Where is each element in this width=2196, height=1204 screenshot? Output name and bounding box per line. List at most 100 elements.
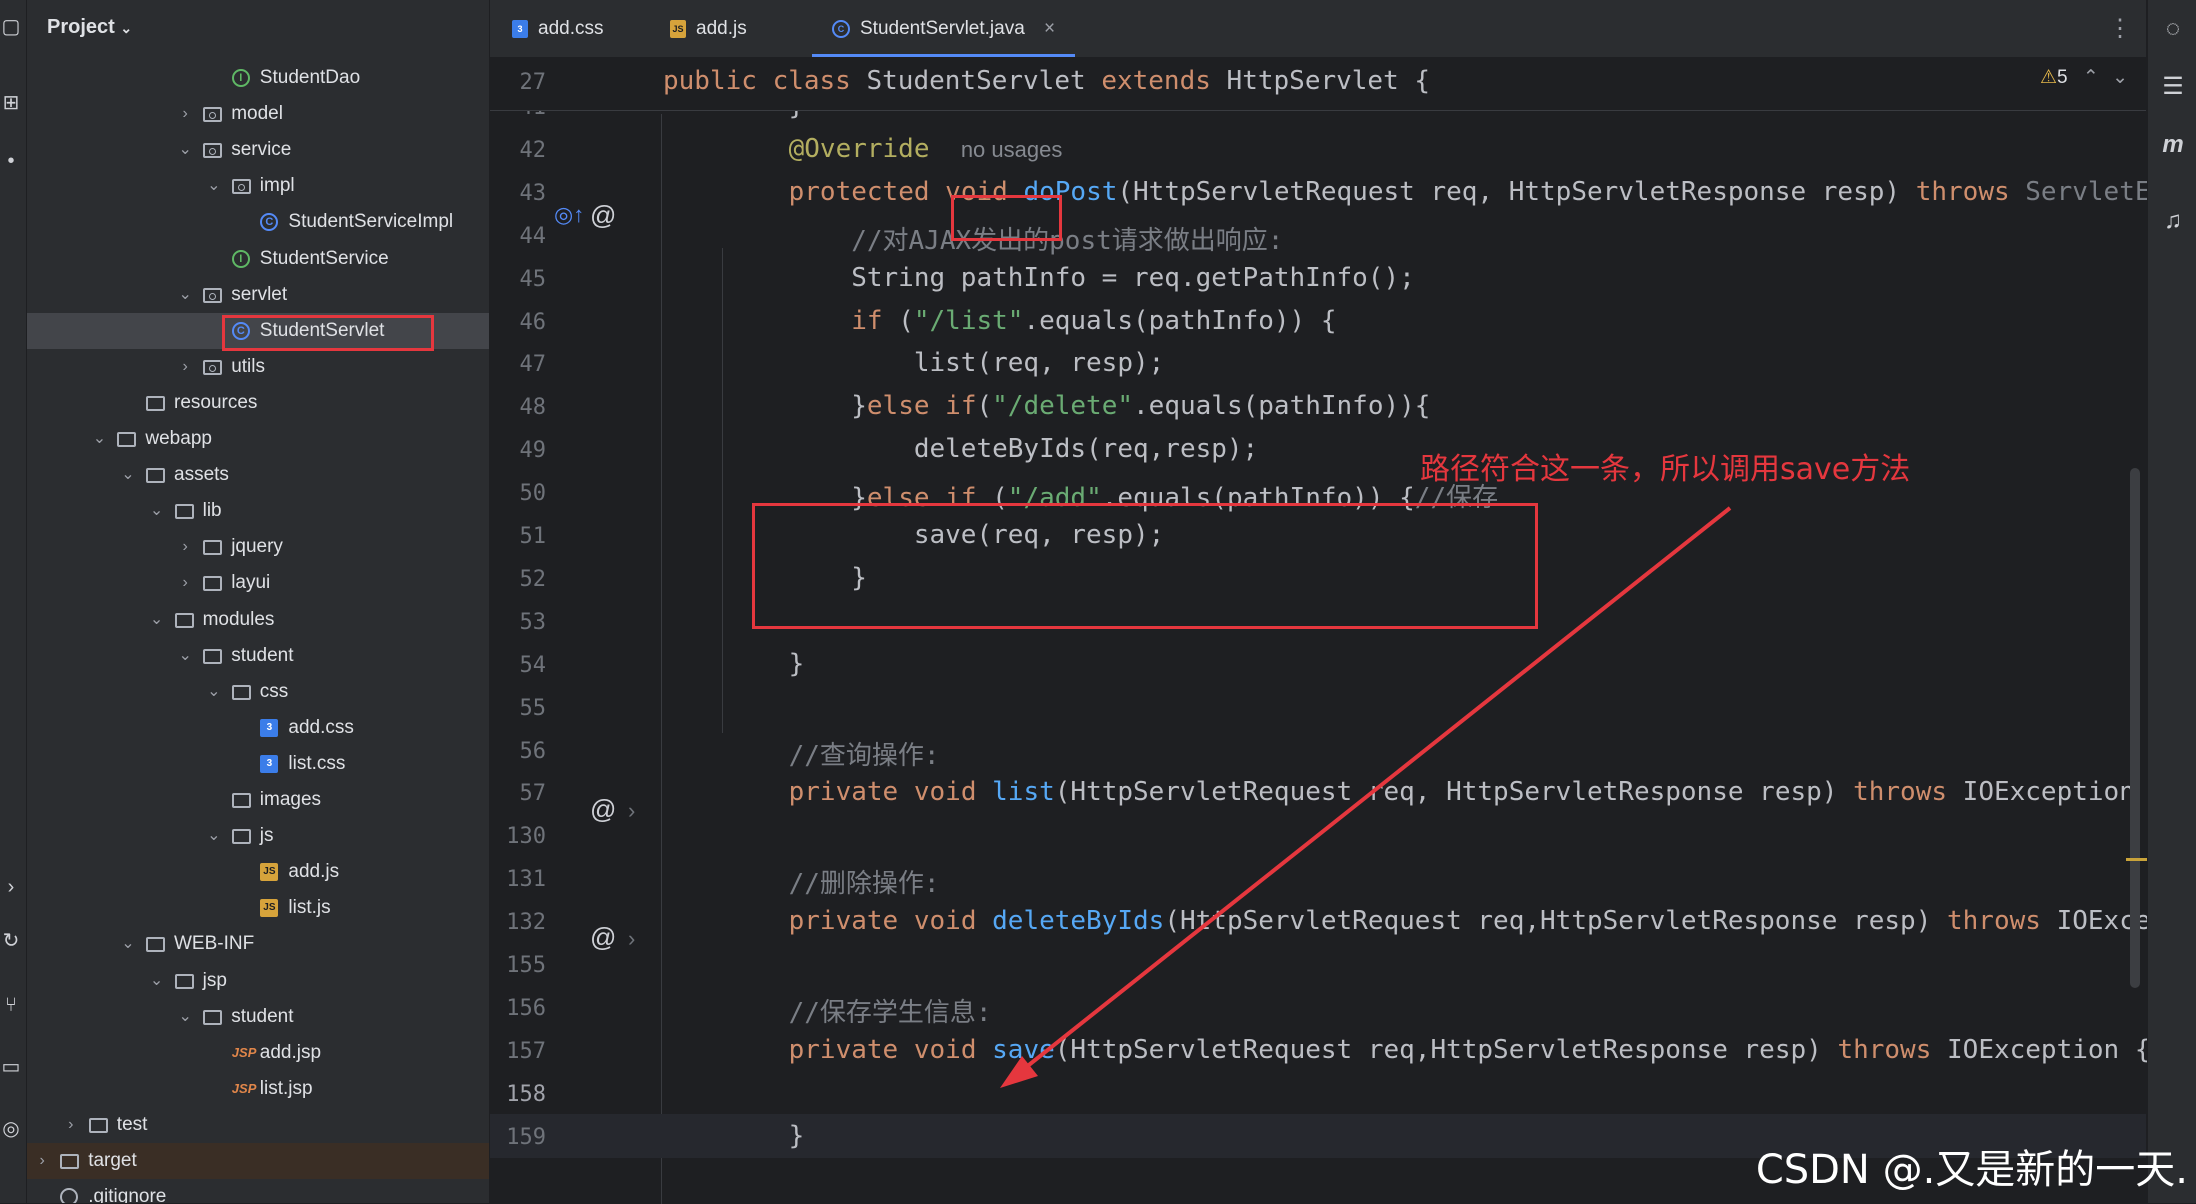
chevron-right-icon[interactable]: › — [177, 565, 193, 601]
tree-item[interactable]: ⌄ modules — [27, 602, 489, 638]
tree-item[interactable]: ⌄ servlet — [27, 277, 489, 313]
notifications-bell-icon[interactable]: ♫ — [2158, 206, 2188, 236]
tab-add-css[interactable]: 3 add.css — [512, 0, 603, 57]
tree-item[interactable]: ⌄ css — [27, 674, 489, 710]
folder-icon — [174, 504, 194, 520]
chevron-down-icon[interactable]: ⌄ — [149, 493, 165, 529]
tree-item-label: .gitignore — [88, 1186, 167, 1203]
tree-item[interactable]: › jquery — [27, 529, 489, 565]
tree-item[interactable]: ⌄ WEB-INF — [27, 926, 489, 962]
chevron-down-icon[interactable]: ⌄ — [120, 457, 136, 493]
more-tools-icon[interactable]: • — [0, 150, 22, 172]
tree-item[interactable]: ⌄ js — [27, 818, 489, 854]
ai-assistant-icon[interactable]: ◌ — [2158, 14, 2188, 44]
class-icon: C — [260, 213, 279, 232]
tree-item[interactable]: C StudentServlet — [27, 312, 489, 351]
tree-item[interactable]: .gitignore — [27, 1179, 489, 1203]
tree-item[interactable]: › utils — [27, 349, 489, 385]
tree-item-label: student — [231, 1005, 294, 1027]
project-tool-icon[interactable]: ▢ — [0, 16, 22, 38]
class-icon: C — [832, 19, 850, 38]
tab-label: add.js — [696, 18, 747, 39]
chevron-down-icon[interactable]: ⌄ — [149, 602, 165, 638]
chevron-down-icon[interactable]: ⌄ — [177, 277, 193, 313]
tree-item[interactable]: images — [27, 782, 489, 818]
tree-item-label: jquery — [231, 536, 283, 558]
folder-icon — [174, 973, 194, 989]
tab-add-js[interactable]: JS add.js — [670, 0, 747, 57]
tree-item[interactable]: ⌄ student — [27, 638, 489, 674]
run-tool-icon[interactable]: › — [0, 876, 22, 898]
git-tool-icon[interactable]: ⑂ — [0, 994, 22, 1016]
tree-item[interactable]: ⌄ assets — [27, 457, 489, 493]
folder-icon — [231, 793, 251, 808]
selected-file-highlight-box — [221, 314, 434, 351]
tree-item[interactable]: ⌄ webapp — [27, 421, 489, 457]
tree-item[interactable]: I StudentDao — [27, 60, 489, 96]
tree-item-label: images — [259, 789, 322, 810]
tree-item[interactable]: C StudentServiceImpl — [27, 204, 489, 240]
tree-item-label: WEB-INF — [174, 933, 255, 955]
tree-item-label: model — [231, 103, 283, 125]
tree-item[interactable]: JS list.js — [27, 890, 489, 926]
chevron-right-icon[interactable]: › — [34, 1143, 50, 1179]
css-file-icon: 3 — [260, 754, 279, 773]
chevron-right-icon[interactable]: › — [177, 96, 193, 132]
code-editor[interactable]: 41 }42 @Override no usages43 protected v… — [490, 58, 2196, 1204]
tree-item[interactable]: 3 list.css — [27, 746, 489, 782]
maven-icon[interactable]: m — [2158, 130, 2188, 160]
tree-item-label: webapp — [145, 428, 212, 449]
database-icon[interactable]: ☰ — [2158, 72, 2188, 102]
chevron-down-icon[interactable]: ⌄ — [206, 168, 222, 204]
tree-item[interactable]: JSP list.jsp — [27, 1071, 489, 1107]
problems-tool-icon[interactable]: ◎ — [0, 1118, 22, 1140]
tab-student-servlet[interactable]: C StudentServlet.java × — [812, 0, 1076, 57]
terminal-tool-icon[interactable]: ▭ — [0, 1056, 22, 1078]
tree-item[interactable]: I StudentService — [27, 241, 489, 277]
chevron-down-icon[interactable]: ⌄ — [206, 818, 222, 854]
tree-item[interactable]: resources — [27, 385, 489, 421]
chevron-right-icon[interactable]: › — [63, 1107, 79, 1143]
tree-item[interactable]: JSP add.jsp — [27, 1035, 489, 1071]
folder-icon — [203, 576, 223, 592]
chevron-down-icon[interactable]: ⌄ — [206, 674, 222, 710]
tree-item-label: layui — [231, 572, 271, 594]
chevron-right-icon[interactable]: › — [177, 529, 193, 565]
tree-item[interactable]: JS add.js — [27, 854, 489, 890]
tree-item[interactable]: › layui — [27, 565, 489, 601]
chevron-down-icon[interactable]: ⌄ — [91, 421, 107, 457]
tree-item[interactable]: ⌄ student — [27, 999, 489, 1035]
right-tool-strip: ◌ ☰ m ♫ — [2147, 0, 2196, 1203]
tree-item[interactable]: ⌄ jsp — [27, 963, 489, 999]
interface-icon: I — [231, 69, 250, 87]
watermark: CSDN @.又是新的一天. — [1755, 1147, 2188, 1193]
chevron-down-icon[interactable]: ⌄ — [177, 999, 193, 1035]
services-tool-icon[interactable]: ↻ — [0, 930, 22, 952]
tree-item[interactable]: ⌄ impl — [27, 168, 489, 204]
css-file-icon: 3 — [260, 718, 279, 737]
chevron-right-icon[interactable]: › — [177, 349, 193, 385]
chevron-down-icon[interactable]: ⌄ — [120, 926, 136, 962]
chevron-down-icon[interactable]: ⌄ — [149, 963, 165, 999]
structure-tool-icon[interactable]: ⊞ — [0, 92, 22, 114]
more-options-icon[interactable]: ⋮ — [2108, 14, 2132, 43]
tree-item[interactable]: 3 add.css — [27, 710, 489, 746]
tree-item[interactable]: › model — [27, 96, 489, 132]
tree-item-label: utils — [231, 355, 265, 377]
tree-item[interactable]: › target — [27, 1143, 489, 1179]
project-panel: Project ⌄ I StudentDao › model ⌄ service ⌄ impl… — [27, 0, 489, 1203]
package-icon — [203, 107, 223, 123]
tree-item[interactable]: ⌄ lib — [27, 493, 489, 529]
tree-item[interactable]: ⌄ service — [27, 132, 489, 168]
chevron-down-icon[interactable]: ⌄ — [177, 638, 193, 674]
tree-item-label: jsp — [202, 969, 227, 991]
chevron-down-icon[interactable]: ⌄ — [177, 132, 193, 168]
project-panel-title[interactable]: Project ⌄ — [47, 16, 132, 39]
folder-icon — [60, 1154, 80, 1169]
close-tab-icon[interactable]: × — [1044, 18, 1055, 39]
tree-item-label: add.jsp — [259, 1041, 322, 1063]
tree-item[interactable]: › test — [27, 1107, 489, 1143]
css-file-icon: 3 — [512, 19, 528, 38]
tree-item-label: service — [231, 139, 292, 161]
jsp-file-icon: JSP — [231, 1080, 257, 1096]
